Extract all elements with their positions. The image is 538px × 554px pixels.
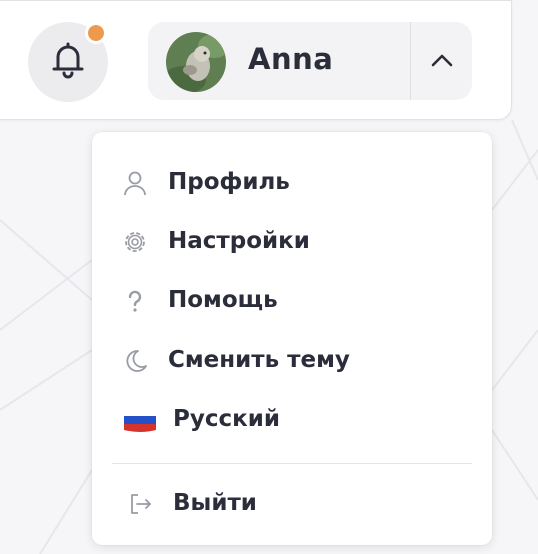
logout-button[interactable]: Выйти xyxy=(112,478,472,528)
menu-item-theme[interactable]: Сменить тему xyxy=(112,335,472,385)
moon-icon xyxy=(122,348,148,374)
user-menu-button[interactable]: Anna xyxy=(148,22,472,100)
menu-divider xyxy=(112,463,472,464)
chevron-up-icon xyxy=(430,52,454,71)
user-icon xyxy=(122,170,148,196)
menu-item-help[interactable]: Помощь xyxy=(112,275,472,325)
menu-item-label: Профиль xyxy=(168,169,290,195)
russia-flag-icon xyxy=(124,406,156,434)
menu-item-settings[interactable]: Настройки xyxy=(112,216,472,266)
avatar[interactable] xyxy=(166,32,226,92)
logout-label: Выйти xyxy=(173,490,257,516)
user-menu-toggle[interactable] xyxy=(411,22,472,100)
menu-item-label: Русский xyxy=(173,406,280,432)
menu-item-language[interactable]: Русский xyxy=(112,394,472,444)
gear-icon xyxy=(122,229,148,255)
menu-item-label: Настройки xyxy=(168,228,310,254)
menu-item-profile[interactable]: Профиль xyxy=(112,157,472,207)
logout-icon xyxy=(128,491,154,517)
bell-icon xyxy=(50,41,86,83)
menu-item-label: Сменить тему xyxy=(168,347,350,373)
user-dropdown-menu: Профиль Настройки Помощь Сменить тему Ру… xyxy=(92,132,492,545)
menu-item-label: Помощь xyxy=(168,287,278,313)
question-icon xyxy=(122,288,148,314)
user-name: Anna xyxy=(248,42,334,76)
notification-badge xyxy=(85,22,107,44)
